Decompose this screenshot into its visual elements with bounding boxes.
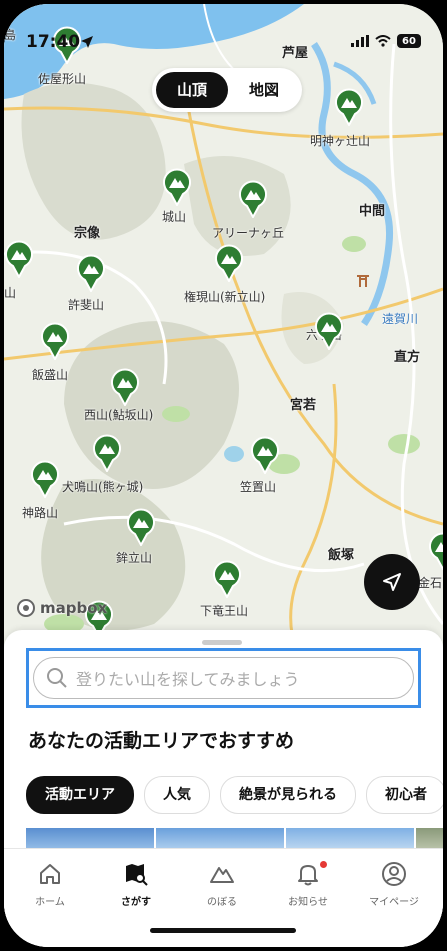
search-input[interactable]: 登りたい山を探してみましょう [33, 657, 414, 699]
battery-icon: 60 [397, 34, 421, 48]
tab-label: さがす [121, 897, 151, 908]
mountain-pin-icon [429, 532, 443, 572]
map-label: 明神ヶ辻山 [310, 134, 371, 148]
map-label: 犬鳴山(熊ヶ城) [62, 480, 144, 494]
map-label: アリーナヶ丘 [212, 226, 285, 240]
map-search-icon [126, 864, 148, 886]
location-arrow-icon [383, 573, 401, 591]
tab-home[interactable]: ホーム [10, 861, 90, 908]
sheet-drag-handle[interactable] [202, 640, 242, 645]
mountain-pin[interactable] [212, 560, 242, 600]
home-indicator [150, 928, 296, 933]
map-label: 鉾立山 [116, 551, 153, 565]
mountain-pin[interactable] [30, 460, 60, 500]
map-label: 佐屋形山 [38, 72, 87, 86]
map-label: 権現山(新立山) [184, 290, 266, 304]
chip-popular[interactable]: 人気 [144, 776, 210, 814]
mapbox-attribution[interactable]: mapbox [16, 598, 107, 618]
phone-screen: 島 佐屋形山 宗像 城山 アリーナヶ丘 芦屋 明神ヶ辻山 中間 許斐山 権現山(… [4, 4, 443, 947]
mountain-pin[interactable] [238, 180, 268, 220]
bell-icon [298, 865, 318, 886]
chip-scenic[interactable]: 絶景が見られる [220, 776, 356, 814]
tab-label: マイページ [369, 897, 419, 908]
mountain-pin-icon [315, 312, 343, 352]
map-label: 城山 [162, 210, 187, 224]
tab-search[interactable]: さがす [96, 861, 176, 908]
notification-badge [320, 861, 327, 868]
chip-activity-area[interactable]: 活動エリア [26, 776, 134, 814]
mountain-pin-icon [77, 254, 105, 294]
mountain-pin[interactable] [334, 88, 364, 128]
battery-level: 60 [402, 35, 416, 47]
summit-mode-button[interactable]: 山頂 [156, 72, 228, 108]
recommend-heading: あなたの活動エリアでおすすめ [28, 730, 295, 752]
map-label: 宮若 [290, 398, 317, 413]
mountain-pin[interactable] [250, 436, 280, 476]
user-icon [382, 862, 406, 886]
mountain-pin[interactable] [428, 532, 443, 572]
mountain-pin-icon [335, 88, 363, 128]
map-label: 笠置山 [240, 480, 277, 494]
map-label: 直方 [394, 350, 421, 365]
mountain-pin-icon [5, 240, 33, 280]
mountain-pin-icon [31, 460, 59, 500]
mountain-pin[interactable] [76, 254, 106, 294]
mountain-pin[interactable] [4, 240, 34, 280]
mountain-pin[interactable] [110, 368, 140, 408]
mountain-pin[interactable] [92, 434, 122, 474]
tab-label: のぼる [207, 897, 237, 908]
map-label: 宗像 [74, 226, 101, 241]
map-label: 金石 [418, 576, 443, 590]
tab-climb[interactable]: のぼる [182, 861, 262, 908]
home-icon [40, 864, 60, 884]
mountain-icon [210, 867, 234, 883]
status-time: 17:40 [26, 32, 81, 52]
mountain-pin[interactable] [162, 168, 192, 208]
map-label: 遠賀川 [382, 312, 419, 326]
mountain-pin-icon [127, 508, 155, 548]
mountain-pin-icon [239, 180, 267, 220]
mountain-pin[interactable] [40, 322, 70, 362]
map-label: 許斐山 [68, 298, 105, 312]
tab-mypage[interactable]: マイページ [354, 861, 434, 908]
tab-notifications[interactable]: お知らせ [268, 861, 348, 908]
wifi-icon [375, 35, 391, 47]
chip-beginner[interactable]: 初心者 [366, 776, 443, 814]
map-label: 飯塚 [328, 548, 355, 563]
mountain-pin[interactable] [214, 244, 244, 284]
tab-label: お知らせ [288, 897, 328, 908]
map-label: 西山(鮎坂山) [84, 408, 154, 422]
current-location-button[interactable] [364, 554, 420, 610]
mountain-pin-icon [41, 322, 69, 362]
filter-chips: 活動エリア 人気 絶景が見られる 初心者 [26, 776, 443, 814]
mountain-pin-icon [213, 560, 241, 600]
search-placeholder: 登りたい山を探してみましょう [76, 670, 300, 689]
mountain-pin-icon [215, 244, 243, 284]
map-label: 神路山 [22, 506, 59, 520]
location-services-icon [81, 36, 93, 48]
mountain-pin-icon [93, 434, 121, 474]
mountain-pin-icon [163, 168, 191, 208]
cellular-signal-icon [351, 35, 369, 47]
mountain-pin-icon [251, 436, 279, 476]
map-label: 中間 [359, 204, 386, 219]
status-icons: 60 [351, 34, 421, 48]
map-label: 下竜王山 [200, 604, 249, 618]
mountain-pin-icon [111, 368, 139, 408]
map-mode-button[interactable]: 地図 [230, 72, 298, 108]
search-icon [47, 668, 67, 688]
tab-label: ホーム [35, 897, 65, 908]
mapbox-logo-icon [17, 599, 35, 617]
map-mode-toggle: 山頂 地図 [152, 68, 302, 112]
shrine-icon [357, 275, 369, 287]
mapbox-label: mapbox [40, 599, 108, 617]
map-label: 山 [4, 286, 17, 300]
mountain-pin[interactable] [314, 312, 344, 352]
mountain-pin[interactable] [126, 508, 156, 548]
status-bar: 17:40 60 [4, 28, 443, 58]
map-label: 飯盛山 [32, 368, 69, 382]
search-highlight: 登りたい山を探してみましょう [26, 648, 421, 708]
